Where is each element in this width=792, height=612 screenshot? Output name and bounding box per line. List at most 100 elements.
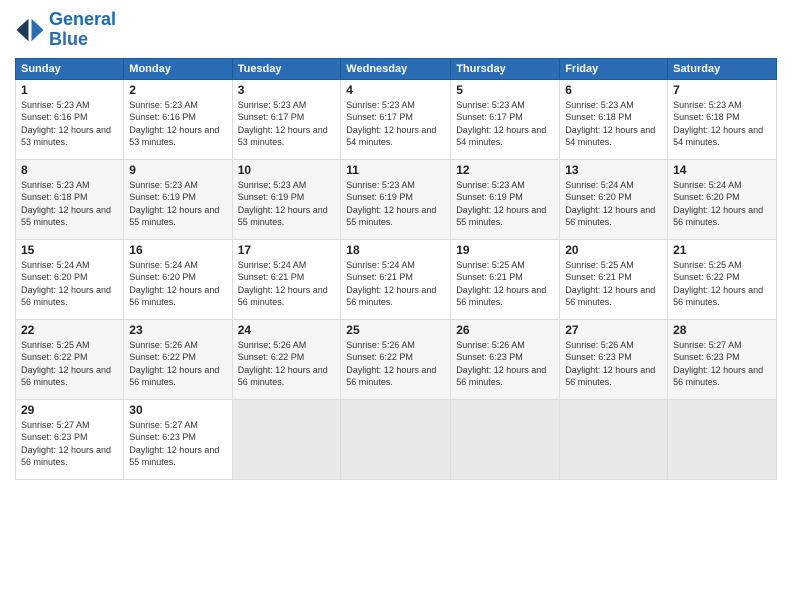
day-number: 19 (456, 243, 554, 257)
calendar-cell: 11 Sunrise: 5:23 AMSunset: 6:19 PMDayligh… (341, 159, 451, 239)
calendar-cell (560, 399, 668, 479)
calendar-cell: 12Sunrise: 5:23 AMSunset: 6:19 PMDayligh… (451, 159, 560, 239)
day-number: 8 (21, 163, 118, 177)
day-info: Sunrise: 5:24 AMSunset: 6:20 PMDaylight:… (129, 259, 226, 309)
weekday-header: Wednesday (341, 58, 451, 79)
day-number: 12 (456, 163, 554, 177)
day-info: Sunrise: 5:25 AMSunset: 6:21 PMDaylight:… (456, 259, 554, 309)
day-number: 11 (346, 163, 445, 177)
day-number: 20 (565, 243, 662, 257)
calendar-cell: 13 Sunrise: 5:24 AMSunset: 6:20 PMDayligh… (560, 159, 668, 239)
day-info: Sunrise: 5:24 AMSunset: 6:21 PMDaylight:… (346, 259, 445, 309)
day-info: Sunrise: 5:24 AMSunset: 6:20 PMDaylight:… (21, 259, 118, 309)
day-info: Sunrise: 5:24 AMSunset: 6:20 PMDaylight:… (673, 179, 771, 229)
calendar-cell: 5 Sunrise: 5:23 AMSunset: 6:17 PMDaylight… (451, 79, 560, 159)
day-info: Sunrise: 5:24 AMSunset: 6:20 PMDaylight:… (565, 179, 662, 229)
calendar-cell: 30 Sunrise: 5:27 AMSunset: 6:23 PMDayligh… (124, 399, 232, 479)
day-info: Sunrise: 5:25 AMSunset: 6:22 PMDaylight:… (21, 339, 118, 389)
day-number: 23 (129, 323, 226, 337)
calendar-cell: 27Sunrise: 5:26 AMSunset: 6:23 PMDayligh… (560, 319, 668, 399)
day-number: 7 (673, 83, 771, 97)
calendar-cell: 9 Sunrise: 5:23 AMSunset: 6:19 PMDaylight… (124, 159, 232, 239)
calendar-cell: 20 Sunrise: 5:25 AMSunset: 6:21 PMDayligh… (560, 239, 668, 319)
day-number: 21 (673, 243, 771, 257)
day-info: Sunrise: 5:26 AMSunset: 6:22 PMDaylight:… (129, 339, 226, 389)
day-number: 22 (21, 323, 118, 337)
day-info: Sunrise: 5:23 AMSunset: 6:16 PMDaylight:… (129, 99, 226, 149)
calendar-week-row: 22 Sunrise: 5:25 AMSunset: 6:22 PMDayligh… (16, 319, 777, 399)
day-number: 9 (129, 163, 226, 177)
calendar-cell: 19 Sunrise: 5:25 AMSunset: 6:21 PMDayligh… (451, 239, 560, 319)
calendar-cell: 23 Sunrise: 5:26 AMSunset: 6:22 PMDayligh… (124, 319, 232, 399)
day-info: Sunrise: 5:26 AMSunset: 6:22 PMDaylight:… (346, 339, 445, 389)
day-number: 30 (129, 403, 226, 417)
day-number: 14 (673, 163, 771, 177)
day-info: Sunrise: 5:25 AMSunset: 6:21 PMDaylight:… (565, 259, 662, 309)
day-info: Sunrise: 5:23 AMSunset: 6:17 PMDaylight:… (346, 99, 445, 149)
day-number: 24 (238, 323, 336, 337)
calendar-week-row: 15 Sunrise: 5:24 AMSunset: 6:20 PMDayligh… (16, 239, 777, 319)
day-info: Sunrise: 5:25 AMSunset: 6:22 PMDaylight:… (673, 259, 771, 309)
calendar-cell: 16 Sunrise: 5:24 AMSunset: 6:20 PMDayligh… (124, 239, 232, 319)
calendar-cell: 24 Sunrise: 5:26 AMSunset: 6:22 PMDayligh… (232, 319, 341, 399)
day-number: 29 (21, 403, 118, 417)
calendar-cell: 15 Sunrise: 5:24 AMSunset: 6:20 PMDayligh… (16, 239, 124, 319)
day-info: Sunrise: 5:23 AMSunset: 6:17 PMDaylight:… (456, 99, 554, 149)
day-number: 2 (129, 83, 226, 97)
weekday-header: Sunday (16, 58, 124, 79)
day-number: 4 (346, 83, 445, 97)
calendar-cell: 17Sunrise: 5:24 AMSunset: 6:21 PMDayligh… (232, 239, 341, 319)
calendar-cell: 21 Sunrise: 5:25 AMSunset: 6:22 PMDayligh… (668, 239, 777, 319)
day-info: Sunrise: 5:27 AMSunset: 6:23 PMDaylight:… (129, 419, 226, 469)
calendar-cell: 18 Sunrise: 5:24 AMSunset: 6:21 PMDayligh… (341, 239, 451, 319)
day-info: Sunrise: 5:26 AMSunset: 6:22 PMDaylight:… (238, 339, 336, 389)
calendar-cell (232, 399, 341, 479)
calendar-body: 1Sunrise: 5:23 AMSunset: 6:16 PMDaylight… (16, 79, 777, 479)
calendar-cell: 22 Sunrise: 5:25 AMSunset: 6:22 PMDayligh… (16, 319, 124, 399)
day-info: Sunrise: 5:24 AMSunset: 6:21 PMDaylight:… (238, 259, 336, 309)
day-info: Sunrise: 5:23 AMSunset: 6:16 PMDaylight:… (21, 99, 118, 149)
calendar-cell (451, 399, 560, 479)
calendar-cell: 3 Sunrise: 5:23 AMSunset: 6:17 PMDaylight… (232, 79, 341, 159)
logo: General Blue (15, 10, 116, 50)
day-number: 5 (456, 83, 554, 97)
calendar-cell: 29 Sunrise: 5:27 AMSunset: 6:23 PMDayligh… (16, 399, 124, 479)
calendar-cell: 25 Sunrise: 5:26 AMSunset: 6:22 PMDayligh… (341, 319, 451, 399)
calendar-header-row: SundayMondayTuesdayWednesdayThursdayFrid… (16, 58, 777, 79)
weekday-header: Saturday (668, 58, 777, 79)
day-number: 26 (456, 323, 554, 337)
day-number: 6 (565, 83, 662, 97)
day-info: Sunrise: 5:23 AMSunset: 6:17 PMDaylight:… (238, 99, 336, 149)
calendar-week-row: 1Sunrise: 5:23 AMSunset: 6:16 PMDaylight… (16, 79, 777, 159)
day-number: 28 (673, 323, 771, 337)
calendar-cell: 8 Sunrise: 5:23 AMSunset: 6:18 PMDaylight… (16, 159, 124, 239)
day-info: Sunrise: 5:26 AMSunset: 6:23 PMDaylight:… (456, 339, 554, 389)
day-info: Sunrise: 5:23 AMSunset: 6:18 PMDaylight:… (21, 179, 118, 229)
day-number: 16 (129, 243, 226, 257)
day-info: Sunrise: 5:23 AMSunset: 6:19 PMDaylight:… (346, 179, 445, 229)
day-number: 15 (21, 243, 118, 257)
calendar-cell: 14 Sunrise: 5:24 AMSunset: 6:20 PMDayligh… (668, 159, 777, 239)
calendar-cell: 28 Sunrise: 5:27 AMSunset: 6:23 PMDayligh… (668, 319, 777, 399)
day-number: 25 (346, 323, 445, 337)
calendar-table: SundayMondayTuesdayWednesdayThursdayFrid… (15, 58, 777, 480)
calendar-cell: 10 Sunrise: 5:23 AMSunset: 6:19 PMDayligh… (232, 159, 341, 239)
day-info: Sunrise: 5:23 AMSunset: 6:19 PMDaylight:… (129, 179, 226, 229)
header: General Blue (15, 10, 777, 50)
calendar-cell: 4 Sunrise: 5:23 AMSunset: 6:17 PMDaylight… (341, 79, 451, 159)
day-number: 13 (565, 163, 662, 177)
day-number: 18 (346, 243, 445, 257)
calendar-cell: 2 Sunrise: 5:23 AMSunset: 6:16 PMDaylight… (124, 79, 232, 159)
weekday-header: Monday (124, 58, 232, 79)
calendar-week-row: 8 Sunrise: 5:23 AMSunset: 6:18 PMDaylight… (16, 159, 777, 239)
page: General Blue SundayMondayTuesdayWednesda… (0, 0, 792, 612)
day-info: Sunrise: 5:23 AMSunset: 6:19 PMDaylight:… (238, 179, 336, 229)
calendar-cell: 1Sunrise: 5:23 AMSunset: 6:16 PMDaylight… (16, 79, 124, 159)
weekday-header: Friday (560, 58, 668, 79)
calendar-cell: 7Sunrise: 5:23 AMSunset: 6:18 PMDaylight… (668, 79, 777, 159)
day-number: 10 (238, 163, 336, 177)
day-number: 3 (238, 83, 336, 97)
day-info: Sunrise: 5:27 AMSunset: 6:23 PMDaylight:… (21, 419, 118, 469)
day-info: Sunrise: 5:27 AMSunset: 6:23 PMDaylight:… (673, 339, 771, 389)
weekday-header: Tuesday (232, 58, 341, 79)
